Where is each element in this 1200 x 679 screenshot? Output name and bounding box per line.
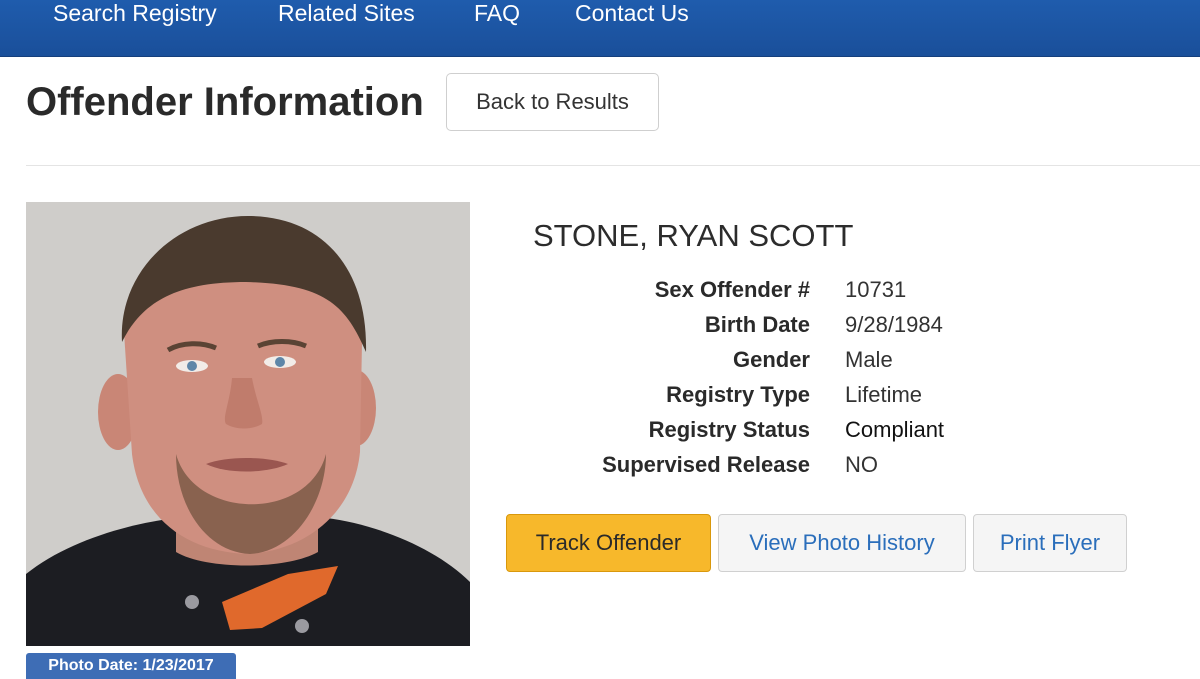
nav-faq[interactable]: FAQ (474, 0, 520, 26)
detail-label: Sex Offender # (654, 277, 810, 302)
detail-row-sex-offender-number: Sex Offender # 10731 (520, 272, 1080, 307)
detail-row-registry-status: Registry Status Compliant (520, 412, 1080, 447)
detail-label: Birth Date (704, 312, 810, 337)
detail-value: NO (845, 452, 878, 477)
offender-photo (26, 202, 470, 646)
mugshot-image (26, 202, 470, 646)
photo-date-badge: Photo Date: 1/23/2017 (26, 653, 236, 679)
detail-label: Registry Type (666, 382, 810, 407)
detail-value: 9/28/1984 (845, 312, 943, 337)
detail-value: 10731 (845, 277, 907, 302)
offender-name: STONE, RYAN SCOTT (533, 218, 854, 253)
view-photo-history-button[interactable]: View Photo History (718, 514, 966, 572)
back-to-results-button[interactable]: Back to Results (446, 73, 659, 131)
detail-label: Registry Status (648, 417, 810, 442)
nav-related-sites[interactable]: Related Sites (278, 0, 415, 26)
detail-label: Supervised Release (602, 452, 810, 477)
detail-row-supervised-release: Supervised Release NO (520, 447, 1080, 482)
track-offender-button[interactable]: Track Offender (506, 514, 711, 572)
top-navbar: Search Registry Related Sites FAQ Contac… (0, 0, 1200, 57)
nav-search-registry[interactable]: Search Registry (53, 0, 217, 26)
header-divider (26, 165, 1200, 166)
offender-details: Sex Offender # 10731 Birth Date 9/28/198… (520, 272, 1080, 482)
detail-value: Compliant (845, 417, 945, 442)
nav-contact-us[interactable]: Contact Us (575, 0, 689, 26)
detail-value: Male (845, 347, 893, 372)
detail-label: Gender (732, 347, 810, 372)
detail-row-registry-type: Registry Type Lifetime (520, 377, 1080, 412)
detail-value: Lifetime (845, 382, 923, 407)
detail-row-gender: Gender Male (520, 342, 1080, 377)
print-flyer-button[interactable]: Print Flyer (973, 514, 1127, 572)
detail-row-birth-date: Birth Date 9/28/1984 (520, 307, 1080, 342)
page-title: Offender Information (26, 80, 424, 124)
